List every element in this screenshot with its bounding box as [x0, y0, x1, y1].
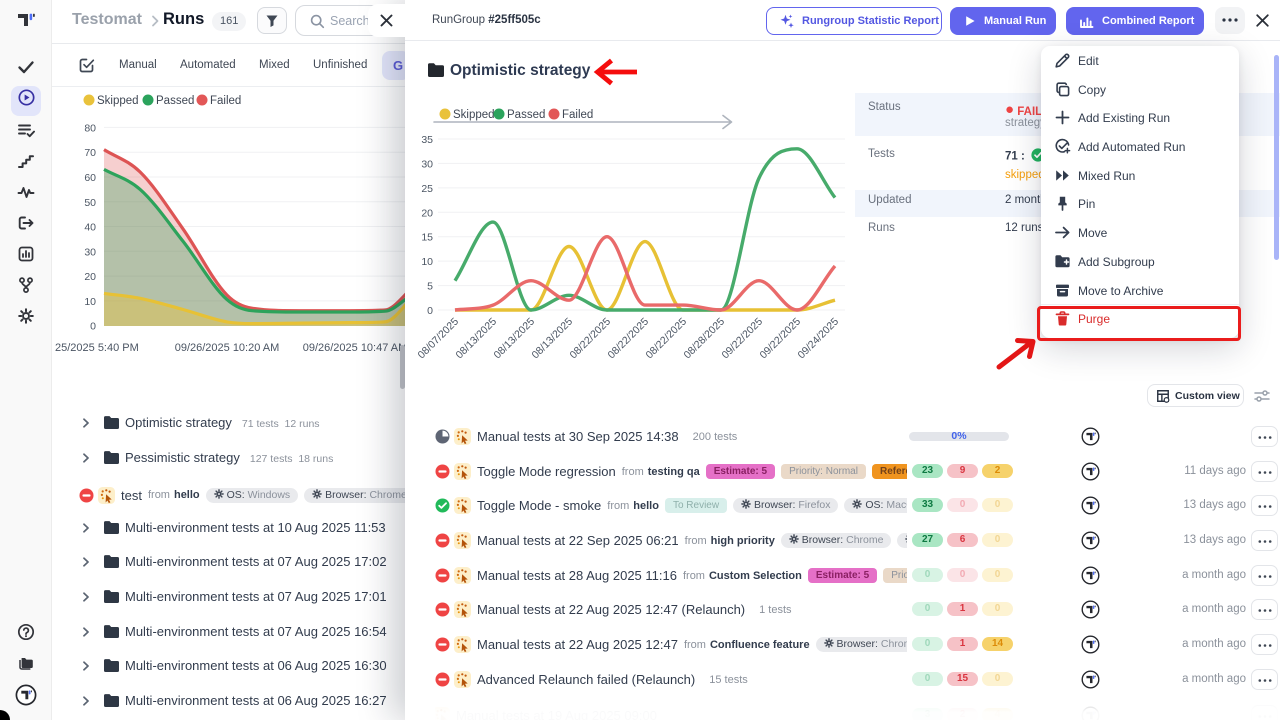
svg-text:25: 25 — [421, 183, 433, 195]
svg-text:5: 5 — [427, 281, 433, 293]
svg-text:40: 40 — [84, 222, 96, 234]
svg-text:20: 20 — [421, 207, 433, 219]
svg-text:10: 10 — [421, 256, 433, 268]
svg-text:Passed: Passed — [156, 95, 194, 107]
svg-text:30: 30 — [421, 158, 433, 170]
svg-text:09/26/2025 10:47 AM: 09/26/2025 10:47 AM — [303, 342, 408, 354]
svg-text:10: 10 — [84, 296, 96, 308]
svg-text:25/2025 5:40 PM: 25/2025 5:40 PM — [55, 342, 139, 354]
svg-text:09/24/2025: 09/24/2025 — [795, 316, 841, 362]
svg-text:Skipped: Skipped — [453, 109, 495, 121]
svg-text:70: 70 — [84, 147, 96, 159]
svg-text:0: 0 — [90, 321, 96, 333]
svg-text:60: 60 — [84, 172, 96, 184]
svg-text:09/26/2025 10:20 AM: 09/26/2025 10:20 AM — [175, 342, 280, 354]
svg-text:35: 35 — [421, 134, 433, 146]
svg-text:Failed: Failed — [562, 109, 593, 121]
svg-text:Failed: Failed — [210, 95, 241, 107]
svg-text:50: 50 — [84, 197, 96, 209]
svg-text:30: 30 — [84, 246, 96, 258]
svg-text:20: 20 — [84, 271, 96, 283]
svg-text:80: 80 — [84, 122, 96, 134]
svg-text:15: 15 — [421, 232, 433, 244]
svg-text:0: 0 — [427, 305, 433, 317]
svg-text:Skipped: Skipped — [97, 95, 139, 107]
svg-text:Passed: Passed — [507, 109, 545, 121]
